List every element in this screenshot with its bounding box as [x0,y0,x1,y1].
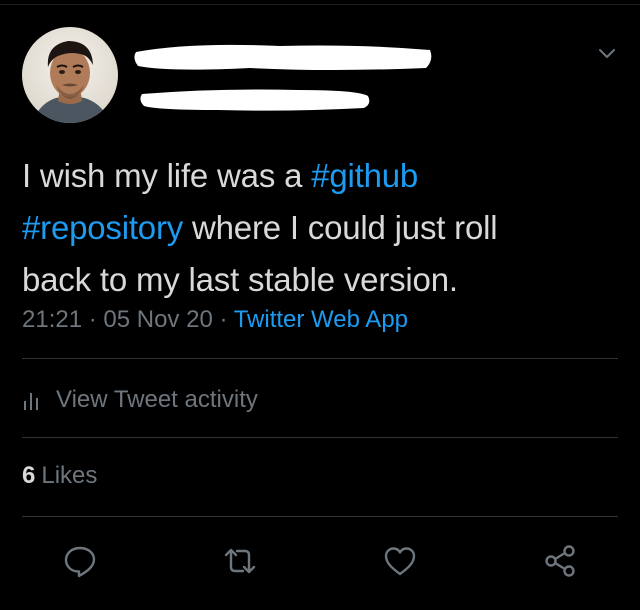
reply-icon[interactable] [62,543,98,579]
likes-count: 6 [22,462,36,489]
view-tweet-activity-label: View Tweet activity [56,386,258,413]
bar-chart-icon [24,393,38,410]
likes-count-link[interactable]: 6 Likes [22,462,97,490]
avatar[interactable] [22,27,118,123]
divider [22,358,618,359]
tweet-time[interactable]: 21:21 [22,306,82,333]
chevron-down-icon[interactable] [596,42,618,64]
view-tweet-activity-button[interactable]: View Tweet activity [22,383,258,417]
hashtag-repository-link[interactable]: #repository [22,209,183,246]
tweet-date[interactable]: 05 Nov 20 [103,306,212,333]
divider [22,516,618,517]
likes-label: Likes [41,462,98,489]
redacted-display-name [134,44,432,70]
tweet-detail: I wish my life was a #github #repository… [0,0,640,610]
share-icon[interactable] [542,543,578,579]
hashtag-github-link[interactable]: #github [311,157,418,194]
retweet-icon[interactable] [222,543,258,579]
tweet-text-prefix: I wish my life was a [22,157,312,194]
top-divider [0,4,640,5]
tweet-text-middle: where I could just roll [183,209,498,246]
redacted-username [140,89,370,111]
tweet-text-end: back to my last stable version. [22,261,458,298]
divider [22,437,618,438]
tweet-metadata: 21:21 · 05 Nov 20 · Twitter Web App [22,306,408,334]
meta-separator: · [82,306,104,333]
meta-separator-2: · [212,306,234,333]
tweet-text: I wish my life was a #github #repository… [22,150,622,306]
tweet-source-link[interactable]: Twitter Web App [234,306,408,333]
heart-icon[interactable] [382,543,418,579]
